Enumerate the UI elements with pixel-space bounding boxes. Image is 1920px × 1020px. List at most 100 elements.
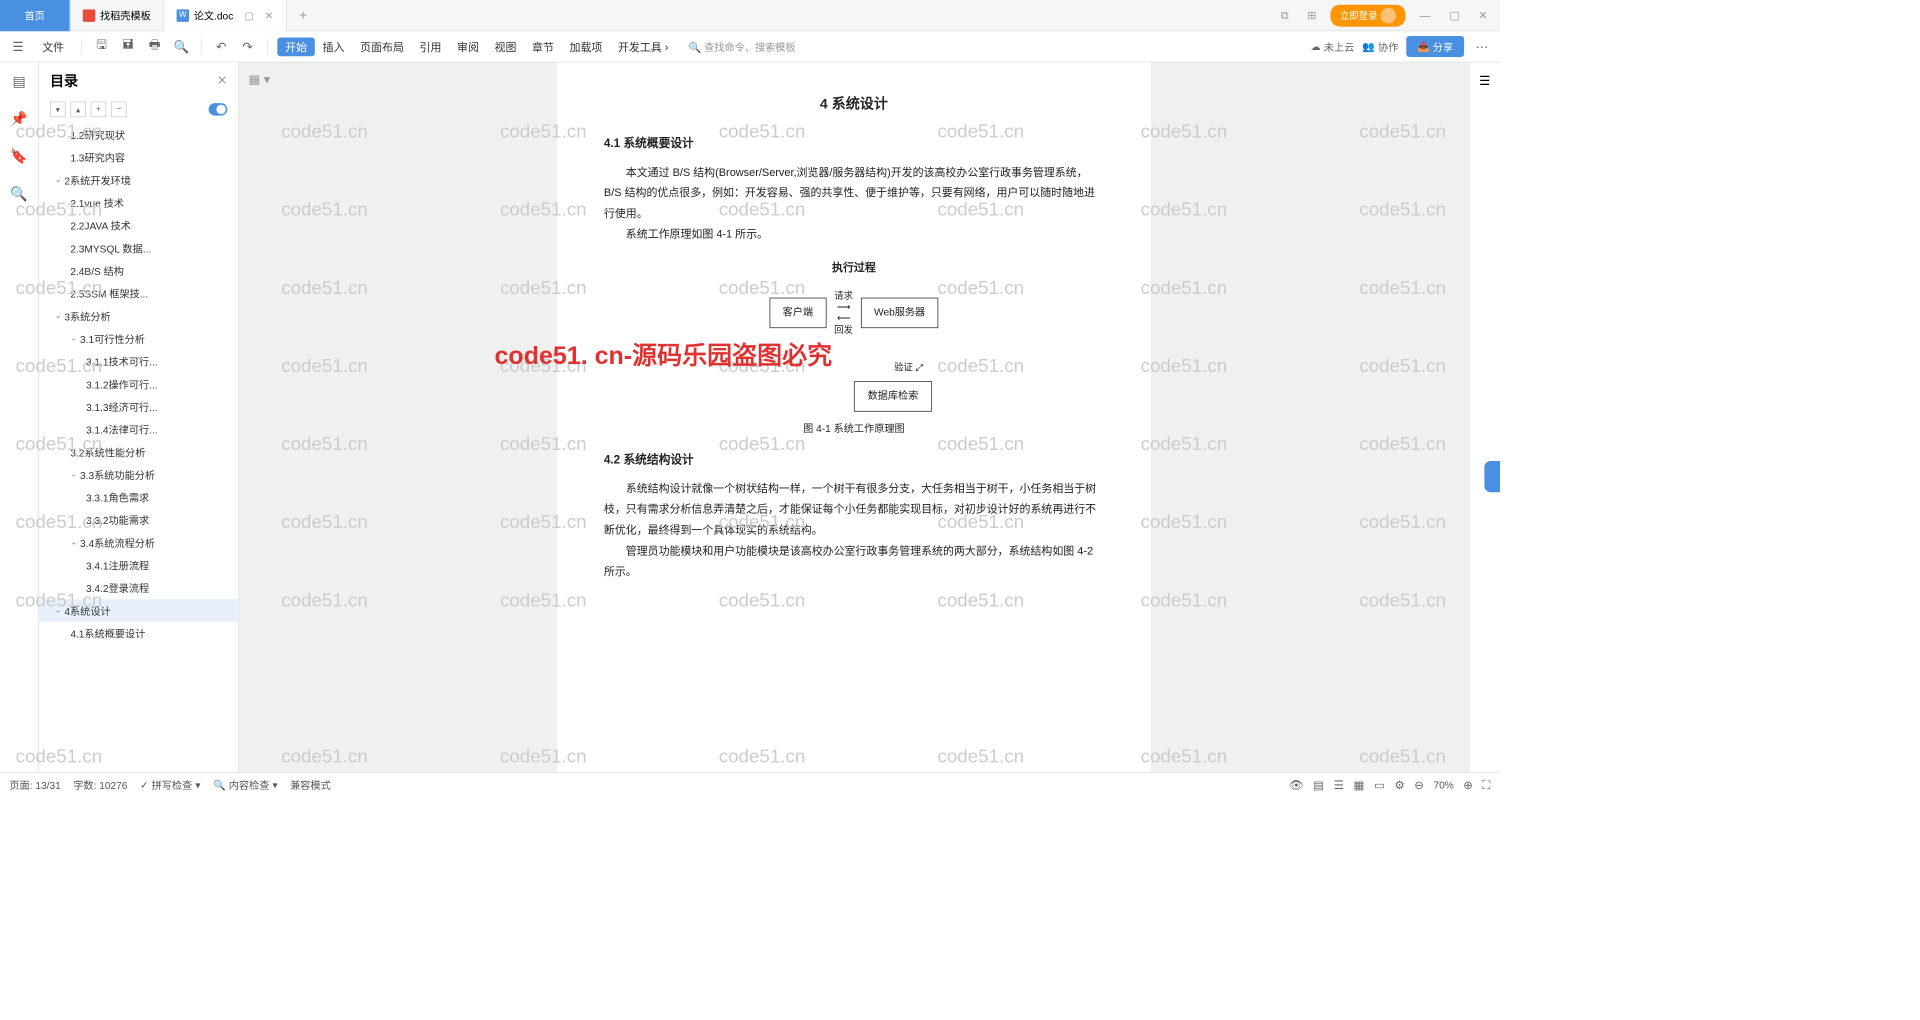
menu-icon[interactable]: ☰ xyxy=(8,36,28,56)
expand-all-icon[interactable]: ▴ xyxy=(70,102,86,118)
menu-开始[interactable]: 开始 xyxy=(277,37,315,56)
maximize-icon[interactable]: ▢ xyxy=(1445,9,1465,22)
content-check-button[interactable]: 🔍 内容检查 ▾ xyxy=(213,777,278,792)
outline-panel: 目录 ✕ ▾ ▴ + − 1.2研究现状1.3研究内容⌄2系统开发环境2.1vu… xyxy=(39,63,239,772)
tab-document[interactable]: W 论文.doc ▢ ✕ xyxy=(164,0,286,31)
page: 4 系统设计 4.1 系统概要设计 本文通过 B/S 结构(Browser/Se… xyxy=(557,63,1151,772)
save-as-icon[interactable]: 🖬 xyxy=(118,36,138,56)
word-icon: W xyxy=(177,9,190,22)
toc-item[interactable]: 3.3.2功能需求 xyxy=(39,509,238,532)
toc-item[interactable]: ⌄4系统设计 xyxy=(39,599,238,622)
view-eye-icon[interactable]: 👁 xyxy=(1289,778,1304,792)
diagram-caption: 图 4-1 系统工作原理图 xyxy=(604,419,1104,438)
view-read-icon[interactable]: ▭ xyxy=(1374,778,1385,792)
outline-close-icon[interactable]: ✕ xyxy=(217,73,227,89)
toggle-badge[interactable] xyxy=(209,103,228,116)
zoom-in-icon[interactable]: ⊕ xyxy=(1463,778,1473,792)
apps-icon[interactable]: ⊞ xyxy=(1303,9,1322,22)
close-icon[interactable]: ✕ xyxy=(1474,9,1493,22)
menu-章节[interactable]: 章节 xyxy=(524,37,562,56)
right-panel-toggle[interactable]: ☰ xyxy=(1469,63,1500,772)
toc-item[interactable]: 4.1系统概要设计 xyxy=(39,622,238,645)
paragraph: 系统工作原理如图 4-1 所示。 xyxy=(604,224,1104,245)
paragraph: 系统结构设计就像一个树状结构一样，一个树干有很多分支，大任务相当于树干，小任务相… xyxy=(604,478,1104,540)
remove-icon[interactable]: − xyxy=(111,102,127,118)
tab-template[interactable]: 找稻壳模板 xyxy=(70,0,164,31)
toc-item[interactable]: 2.2JAVA 技术 xyxy=(39,214,238,237)
toc-item[interactable]: 3.4.1注册流程 xyxy=(39,554,238,577)
toc-item[interactable]: ⌄3.4系统流程分析 xyxy=(39,531,238,554)
tab-home[interactable]: 首页 xyxy=(0,0,70,31)
word-count[interactable]: 字数: 10276 xyxy=(73,777,127,792)
menu-插入[interactable]: 插入 xyxy=(315,37,353,56)
bookmark-icon[interactable]: 🔖 xyxy=(10,147,29,166)
collapse-all-icon[interactable]: ▾ xyxy=(50,102,66,118)
view-web-icon[interactable]: ▦ xyxy=(1353,778,1364,792)
new-tab-button[interactable]: + xyxy=(287,7,320,23)
file-menu[interactable]: 文件 xyxy=(34,36,72,58)
page-indicator[interactable]: 页面: 13/31 xyxy=(9,777,60,792)
menu-视图[interactable]: 视图 xyxy=(487,37,525,56)
compat-mode[interactable]: 兼容模式 xyxy=(290,777,331,792)
share-button[interactable]: 📤 分享 xyxy=(1406,36,1464,57)
toc-item[interactable]: 2.3MYSQL 数据... xyxy=(39,237,238,260)
toc-item[interactable]: ⌄2系统开发环境 xyxy=(39,169,238,192)
toc-item[interactable]: ⌄3.1可行性分析 xyxy=(39,327,238,350)
statusbar: 页面: 13/31 字数: 10276 ✓ 拼写检查 ▾ 🔍 内容检查 ▾ 兼容… xyxy=(0,772,1500,797)
more-icon[interactable]: ⋯ xyxy=(1472,36,1492,56)
toc-item[interactable]: 3.3.1角色需求 xyxy=(39,486,238,509)
toc-item[interactable]: ⌄3.3系统功能分析 xyxy=(39,463,238,486)
feedback-tab[interactable] xyxy=(1484,461,1500,492)
document-area[interactable]: ▦ ▾ 4 系统设计 4.1 系统概要设计 本文通过 B/S 结构(Browse… xyxy=(239,63,1469,772)
save-icon[interactable]: 🖫 xyxy=(91,36,111,56)
print-icon[interactable]: 🖶 xyxy=(145,36,165,56)
collab-button[interactable]: 👥 协作 xyxy=(1362,39,1398,54)
menu-审阅[interactable]: 审阅 xyxy=(449,37,487,56)
login-button[interactable]: 立即登录 xyxy=(1330,4,1405,26)
minimize-icon[interactable]: ― xyxy=(1415,9,1435,22)
toc-item[interactable]: 1.2研究现状 xyxy=(39,123,238,146)
heading-1: 4 系统设计 xyxy=(604,91,1104,118)
fullscreen-icon[interactable]: ⛶ xyxy=(1482,778,1490,791)
toc-item[interactable]: 1.3研究内容 xyxy=(39,146,238,169)
preview-icon[interactable]: 🔍 xyxy=(171,36,191,56)
menu-页面布局[interactable]: 页面布局 xyxy=(352,37,411,56)
menu-加载项[interactable]: 加载项 xyxy=(562,37,610,56)
toc-item[interactable]: 2.5SSM 框架技... xyxy=(39,282,238,305)
toc-item[interactable]: ⌄3系统分析 xyxy=(39,305,238,328)
toc-item[interactable]: 3.1.3经济可行... xyxy=(39,395,238,418)
add-icon[interactable]: + xyxy=(91,102,107,118)
toc-item[interactable]: 2.1vue 技术 xyxy=(39,191,238,214)
toc-item[interactable]: 3.1.4法律可行... xyxy=(39,418,238,441)
doc-options-icon[interactable]: ▦ ▾ xyxy=(248,72,270,88)
tab-window-icon[interactable]: ▢ xyxy=(244,9,254,22)
toc-item[interactable]: 3.2系统性能分析 xyxy=(39,441,238,464)
diagram: 客户端 请求⟶⟵回发 Web服务器 验证 ⤢ 数据库检索 xyxy=(604,290,1104,411)
toc-item[interactable]: 3.1.2操作可行... xyxy=(39,373,238,396)
panel-toggle-icon[interactable]: ☰ xyxy=(1479,73,1490,771)
toc-item[interactable]: 2.4B/S 结构 xyxy=(39,259,238,282)
cloud-status[interactable]: ☁ 未上云 xyxy=(1311,39,1355,54)
spellcheck-button[interactable]: ✓ 拼写检查 ▾ xyxy=(140,777,201,792)
toc-item[interactable]: 3.1.1技术可行... xyxy=(39,350,238,373)
settings-icon[interactable]: ⚙ xyxy=(1394,778,1405,792)
toc-item[interactable]: 3.4.2登录流程 xyxy=(39,577,238,600)
view-outline-icon[interactable]: ☰ xyxy=(1334,778,1345,792)
undo-icon[interactable]: ↶ xyxy=(211,36,231,56)
layout-icon[interactable]: ⧉ xyxy=(1276,9,1293,22)
template-icon xyxy=(83,9,96,22)
menu-引用[interactable]: 引用 xyxy=(412,37,450,56)
menu-开发工具[interactable]: 开发工具 › xyxy=(610,37,676,56)
paragraph: 本文通过 B/S 结构(Browser/Server,浏览器/服务器结构)开发的… xyxy=(604,161,1104,223)
diagram-title: 执行过程 xyxy=(604,257,1104,278)
tab-close-icon[interactable]: ✕ xyxy=(265,9,274,22)
zoom-out-icon[interactable]: ⊖ xyxy=(1414,778,1424,792)
search-input[interactable]: 🔍 查找命令、搜索模板 xyxy=(682,36,801,57)
search-panel-icon[interactable]: 🔍 xyxy=(10,184,29,203)
redo-icon[interactable]: ↷ xyxy=(238,36,258,56)
pin-icon[interactable]: 📌 xyxy=(10,109,29,128)
view-page-icon[interactable]: ▤ xyxy=(1313,778,1324,792)
toolbar: ☰ 文件 🖫 🖬 🖶 🔍 ↶ ↷ 开始插入页面布局引用审阅视图章节加载项开发工具… xyxy=(0,31,1500,62)
outline-icon[interactable]: ▤ xyxy=(10,72,29,91)
zoom-level[interactable]: 70% xyxy=(1433,779,1453,791)
